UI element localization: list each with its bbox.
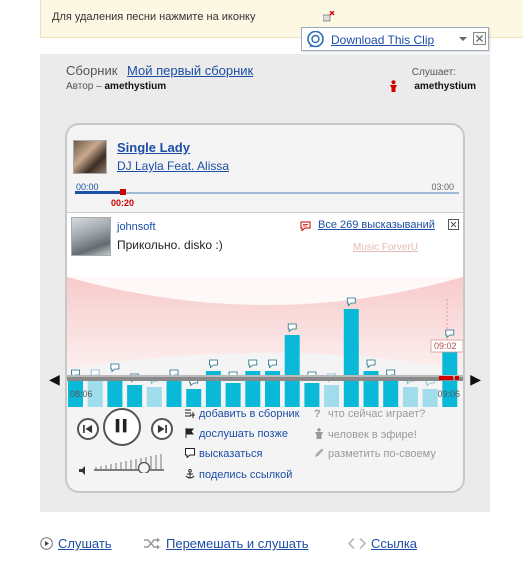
chart-bar[interactable] [186,389,202,407]
speech-logo-icon [307,31,324,48]
add-to-compilation-label: добавить в сборник [199,408,300,420]
comment-bubble-icon[interactable] [268,359,277,369]
share-link-button[interactable]: поделись ссылкой [185,469,292,481]
question-icon: ? [314,408,321,420]
link-label: Ссылка [371,536,418,551]
comment-bubble-icon[interactable] [366,359,376,369]
author-name: amethystium [104,81,167,92]
progress-knob[interactable] [120,189,126,195]
chart-bar[interactable] [383,381,399,407]
album-cover [73,140,107,174]
say-something-button[interactable]: высказаться [185,448,262,460]
shuffle-icon [144,537,160,550]
person-icon [315,428,323,439]
compilation-name-link[interactable]: Мой первый сборник [127,63,253,78]
download-clip-link[interactable]: Download This Clip [331,33,434,47]
chart-bar[interactable] [422,389,438,407]
list-add-icon [185,409,195,418]
progress-fill [75,191,123,194]
listener-name[interactable]: amethystium [414,81,476,92]
progress-end-time: 03:00 [431,182,454,192]
delete-song-icon[interactable] [323,11,335,22]
comment-bubble-icon[interactable] [110,363,120,373]
timeline-start-time: 08:06 [70,389,93,399]
speaker-icon [79,466,85,475]
shuffle-button[interactable]: Перемешать и слушать [143,536,308,551]
previous-button[interactable] [77,418,99,440]
people-on-air-link[interactable]: человек в эфире! [314,428,417,441]
code-icon [348,537,366,550]
markup-link[interactable]: разметить по-своему [314,448,436,460]
now-playing-link[interactable]: ? что сейчас играет? [314,408,425,420]
shuffle-label: Перемешать и слушать [166,536,309,551]
pause-button[interactable] [103,408,141,446]
speech-bubble-icon [185,448,195,458]
timeline-next-arrow[interactable]: ▶ [470,371,481,388]
listening-label: Слушает: [411,67,456,78]
download-clip-popup: Download This Clip [301,27,489,51]
play-icon [40,537,53,550]
listen-later-button[interactable]: дослушать позже [185,428,288,440]
author-label: Автор – [66,81,102,92]
listen-label: Слушать [58,536,112,551]
all-comments-link[interactable]: Все 269 высказываний [318,219,435,231]
chart-bar[interactable] [166,381,182,407]
listen-button[interactable]: Слушать [40,536,112,551]
activity-chart[interactable]: 09:02 [67,277,463,429]
player: Single Lady DJ Layla Feat. Alissa 00:00 … [49,123,481,493]
track-artist[interactable]: DJ Layla Feat. Alissa [117,159,229,173]
music-link[interactable]: Music ForverU [353,242,418,253]
chart-bar[interactable] [304,383,320,407]
chart-bar[interactable] [343,309,359,407]
progress-track[interactable] [75,192,459,194]
timeline-prev-arrow[interactable]: ◀ [49,371,60,388]
anchor-icon [185,469,195,479]
say-something-label: высказаться [199,448,263,460]
chart-bar[interactable] [146,387,162,407]
next-button[interactable] [151,418,173,440]
chevron-down-icon[interactable] [457,34,469,44]
comment-user[interactable]: johnsoft [117,221,156,233]
flag-icon [185,428,195,438]
share-link-label: поделись ссылкой [199,469,293,481]
comment-bubble-icon[interactable] [248,359,258,369]
close-icon[interactable] [448,219,459,230]
chart-bar[interactable] [284,335,300,407]
markup-label: разметить по-своему [328,448,436,460]
chart-bar[interactable] [402,387,418,407]
chart-bar[interactable] [324,385,340,407]
listen-later-label: дослушать позже [199,428,288,440]
link-button[interactable]: Ссылка [348,536,417,551]
compilation-panel: Сборник Мой первый сборник Автор – ameth… [40,54,490,512]
people-on-air-label: человек в эфире! [328,429,417,441]
progress-current-time: 00:20 [111,198,135,208]
person-icon [390,80,397,92]
chart-bar[interactable] [225,383,241,407]
comment-text: Прикольно. disko :) [117,238,223,252]
pencil-icon [315,448,324,457]
marker-time: 09:02 [434,341,457,351]
compilation-label: Сборник [66,63,118,78]
add-to-compilation-button[interactable]: добавить в сборник [185,408,299,420]
track-title[interactable]: Single Lady [117,140,190,155]
close-icon[interactable] [473,32,486,45]
speech-bubble-icon [300,221,311,231]
timeline-track[interactable] [67,375,463,381]
volume-slider[interactable] [94,453,164,473]
now-playing-label: что сейчас играет? [328,408,426,420]
avatar [71,217,111,256]
comment-box: johnsoft Прикольно. disko :) Все 269 выс… [67,212,463,278]
chart-bar[interactable] [127,385,143,407]
timeline-end-time: 09:06 [437,389,460,399]
author-line: Автор – amethystium [66,81,166,92]
delete-notice-text: Для удаления песни нажмите на иконку [52,11,256,23]
comment-bubble-icon[interactable] [209,359,218,369]
